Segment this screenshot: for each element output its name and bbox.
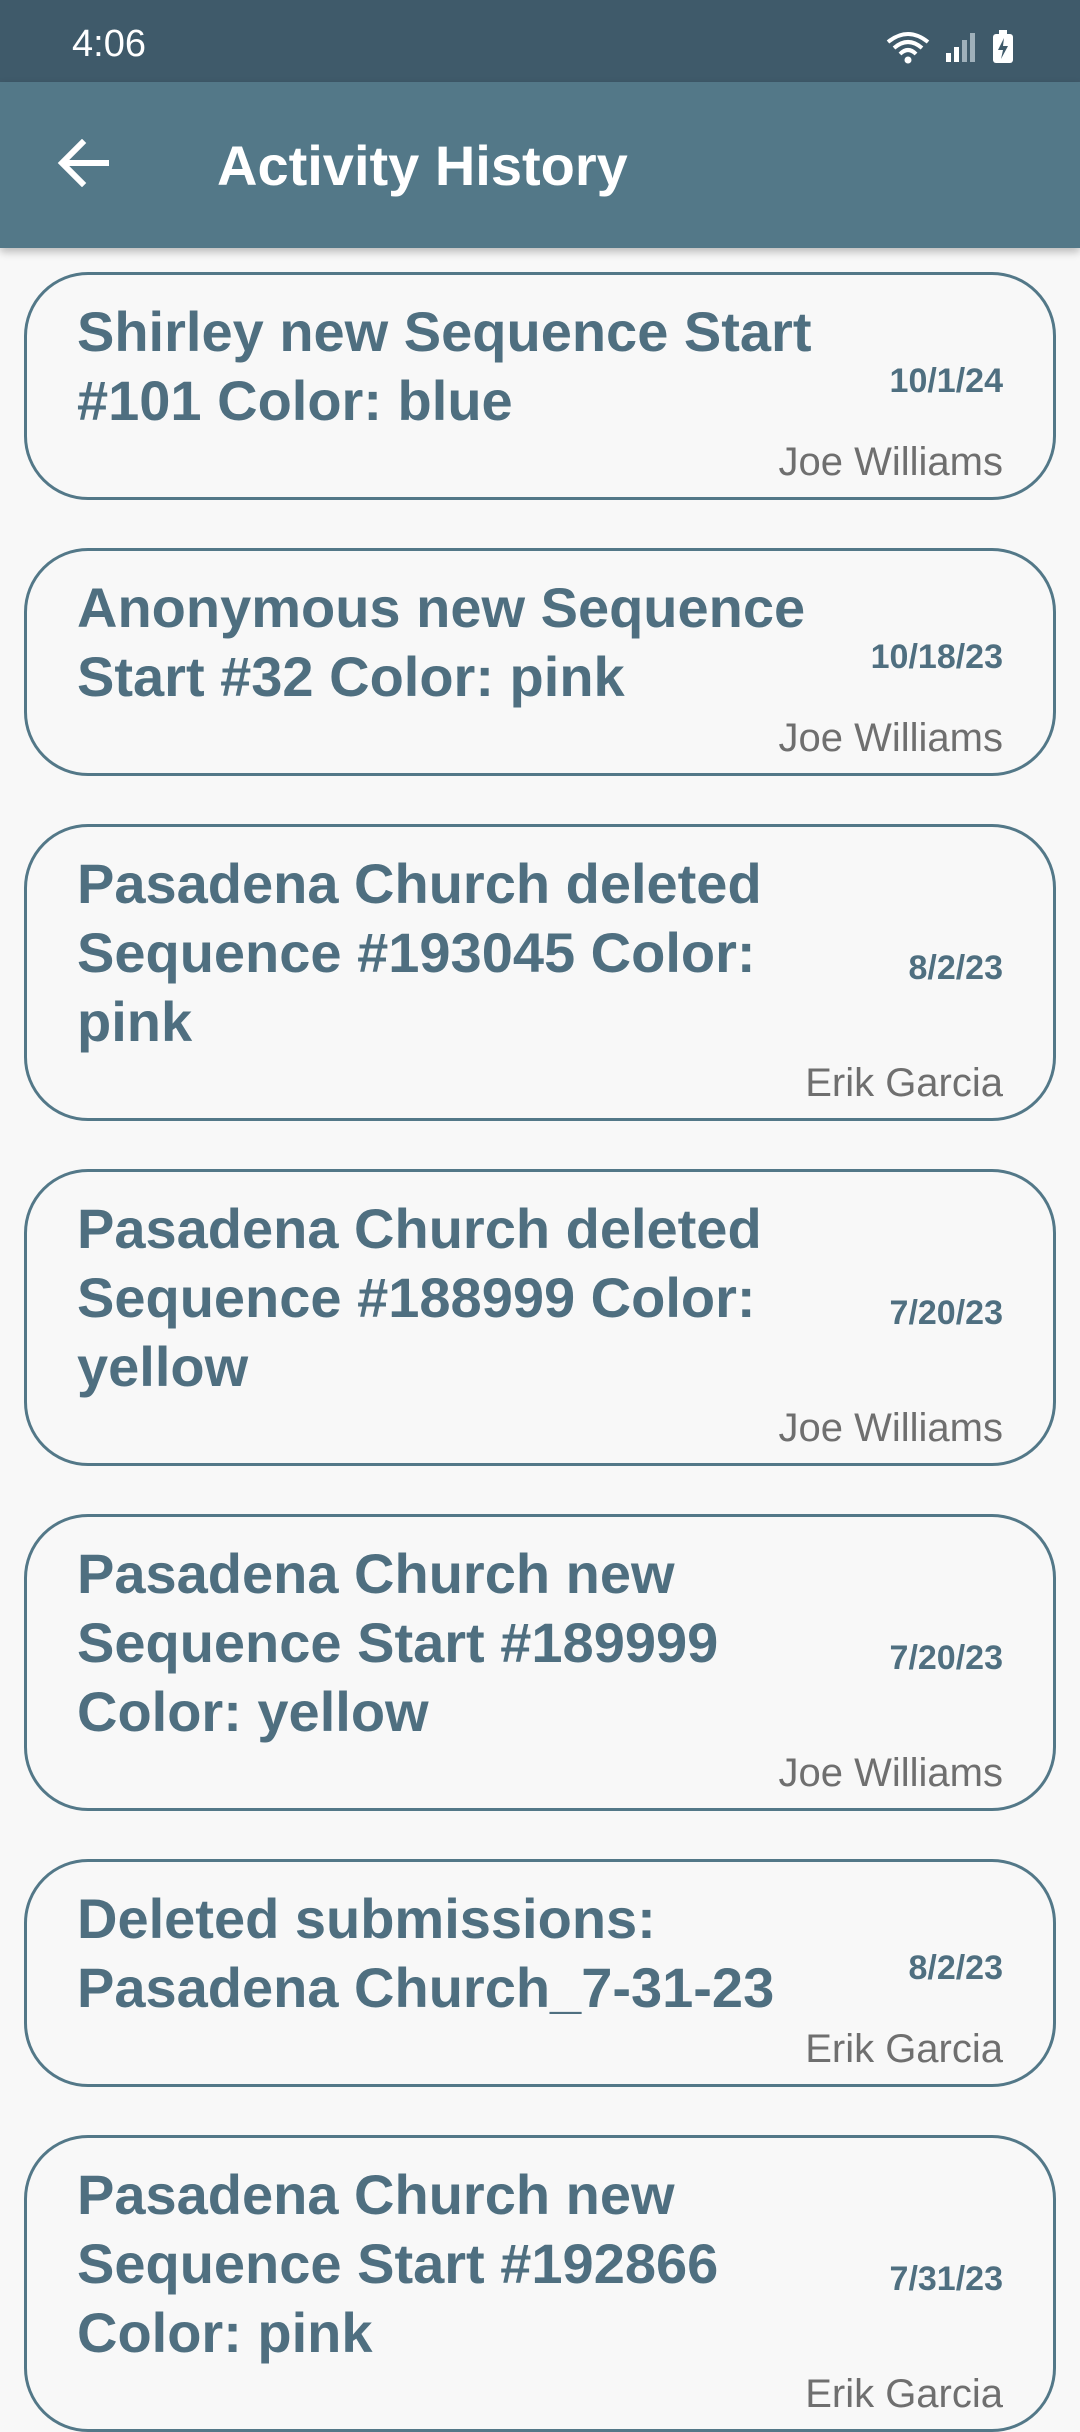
activity-user: Erik Garcia xyxy=(805,2027,1003,2071)
activity-card[interactable]: Anonymous new Sequence Start #32 Color: … xyxy=(24,548,1056,776)
activity-user: Joe Williams xyxy=(778,1751,1003,1795)
activity-card[interactable]: Pasadena Church deleted Sequence #188999… xyxy=(24,1169,1056,1466)
activity-title: Pasadena Church new Sequence Start #1928… xyxy=(77,2163,719,2364)
activity-user: Joe Williams xyxy=(778,716,1003,760)
arrow-left-icon xyxy=(56,138,110,192)
activity-list: Shirley new Sequence Start #101 Color: b… xyxy=(24,272,1056,2432)
activity-user: Erik Garcia xyxy=(805,2372,1003,2416)
activity-user: Erik Garcia xyxy=(805,1061,1003,1105)
activity-card[interactable]: Pasadena Church deleted Sequence #193045… xyxy=(24,824,1056,1121)
battery-charging-icon xyxy=(992,30,1014,69)
status-time: 4:06 xyxy=(72,23,146,65)
activity-title: Shirley new Sequence Start #101 Color: b… xyxy=(77,300,812,432)
activity-user: Joe Williams xyxy=(778,440,1003,484)
wifi-icon xyxy=(886,30,930,69)
page-title: Activity History xyxy=(217,134,628,197)
activity-card[interactable]: Pasadena Church new Sequence Start #1899… xyxy=(24,1514,1056,1811)
activity-date: 7/20/23 xyxy=(889,1293,1003,1332)
activity-date: 10/1/24 xyxy=(889,361,1003,400)
app-bar: Activity History xyxy=(0,82,1080,248)
activity-date: 7/31/23 xyxy=(889,2259,1003,2298)
activity-card[interactable]: Pasadena Church new Sequence Start #1928… xyxy=(24,2135,1056,2432)
status-icons xyxy=(886,30,1014,69)
back-button[interactable] xyxy=(40,122,126,208)
activity-card[interactable]: Deleted submissions: Pasadena Church_7-3… xyxy=(24,1859,1056,2087)
activity-title: Pasadena Church deleted Sequence #188999… xyxy=(77,1197,762,1398)
activity-title: Pasadena Church deleted Sequence #193045… xyxy=(77,852,762,1053)
activity-title: Pasadena Church new Sequence Start #1899… xyxy=(77,1542,719,1743)
activity-date: 10/18/23 xyxy=(870,637,1003,676)
activity-title: Anonymous new Sequence Start #32 Color: … xyxy=(77,576,806,708)
signal-icon xyxy=(944,31,978,68)
activity-date: 7/20/23 xyxy=(889,1638,1003,1677)
activity-date: 8/2/23 xyxy=(908,1948,1003,1987)
activity-title: Deleted submissions: Pasadena Church_7-3… xyxy=(77,1887,775,2019)
activity-card[interactable]: Shirley new Sequence Start #101 Color: b… xyxy=(24,272,1056,500)
status-bar: 4:06 xyxy=(0,0,1080,82)
activity-user: Joe Williams xyxy=(778,1406,1003,1450)
activity-date: 8/2/23 xyxy=(908,948,1003,987)
